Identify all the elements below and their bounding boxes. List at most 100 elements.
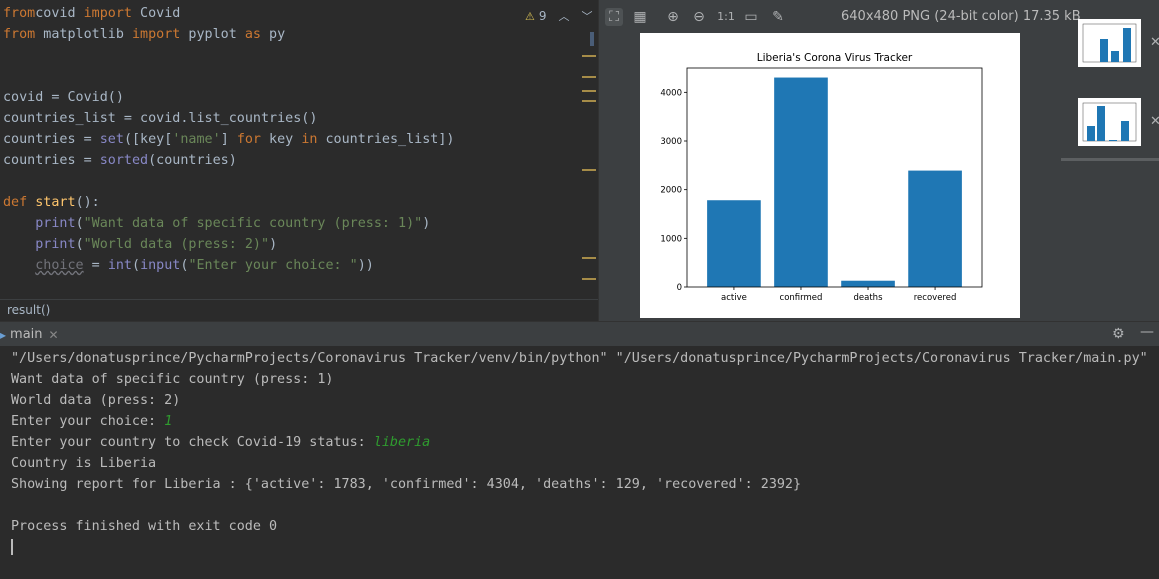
token: from [3, 6, 36, 21]
editor-scrollbar[interactable] [582, 30, 596, 290]
token: int [107, 258, 132, 273]
token: from [3, 27, 36, 42]
bar-chart: Liberia's Corona Virus Tracker active conf… [660, 52, 983, 303]
gear-icon[interactable]: ⚙ [1112, 326, 1125, 342]
token: ] [220, 132, 237, 147]
code-line: countries = sorted(countries) [3, 150, 237, 171]
error-stripe-mark[interactable] [582, 257, 596, 259]
run-tab-label: main [10, 327, 43, 342]
token: covid [35, 6, 84, 21]
token: Country is Liberia [11, 456, 157, 471]
token: Enter your country to check Covid-19 sta… [11, 435, 374, 450]
breadcrumb[interactable]: result() [0, 299, 598, 322]
token: ([key[ [123, 132, 173, 147]
background-icon[interactable]: ▭ [742, 8, 760, 26]
code-line: from matplotlib import pyplot as py [3, 24, 285, 45]
scroll-thumb[interactable] [590, 32, 594, 46]
image-canvas: Liberia's Corona Virus Tracker active conf… [640, 33, 1020, 318]
close-icon[interactable]: ✕ [49, 328, 59, 342]
token: pyplot [180, 27, 245, 42]
actual-size-icon[interactable]: 1:1 [715, 8, 737, 26]
token: (): [75, 195, 100, 210]
grid-icon[interactable]: ▦ [631, 8, 649, 26]
bar [774, 77, 828, 287]
token: def [3, 195, 36, 210]
previous-highlight-icon[interactable]: ︿ [559, 8, 570, 24]
token: countries = [3, 132, 100, 147]
y-tick-label: 4000 [660, 88, 682, 98]
token: choice [35, 258, 84, 273]
chart-title: Liberia's Corona Virus Tracker [757, 52, 913, 64]
error-stripe-mark[interactable] [582, 90, 596, 92]
token: liberia [373, 435, 431, 450]
zoom-in-icon[interactable]: ⊕ [664, 8, 682, 26]
token: key [261, 132, 302, 147]
token: import [83, 6, 132, 21]
token: "/Users/donatusprince/PycharmProjects/Co… [11, 351, 1148, 366]
run-tab-main[interactable]: ▸ main ✕ [0, 322, 59, 347]
token: set [99, 132, 124, 147]
color-picker-icon[interactable]: ✎ [769, 8, 787, 26]
thumbnail-image[interactable] [1078, 98, 1141, 146]
image-viewer: ⛶ ▦ ⊕ ⊖ 1:1 ▭ ✎ 640x480 PNG (24-bit colo… [598, 0, 1159, 321]
console-line: Showing report for Liberia : {'active': … [11, 474, 801, 495]
code-line: def start(): [3, 192, 100, 213]
y-tick-label: 1000 [660, 234, 682, 244]
token: countries = [3, 153, 100, 168]
error-stripe-mark[interactable] [582, 55, 596, 57]
run-console[interactable]: "/Users/donatusprince/PycharmProjects/Co… [0, 346, 1159, 579]
code-line: countries = set([key['name'] for key in … [3, 129, 455, 150]
token: (countries) [148, 153, 237, 168]
y-tick-label: 3000 [660, 137, 682, 147]
y-tick-label: 2000 [660, 186, 682, 196]
error-stripe-mark[interactable] [582, 100, 596, 102]
inspection-widget[interactable]: ⚠ 9 ︿ ﹀ [525, 8, 593, 24]
token: py [261, 27, 286, 42]
token: ) [422, 216, 431, 231]
thumbnail-scrollbar[interactable] [1061, 158, 1159, 161]
minimize-icon[interactable]: — [1140, 324, 1154, 340]
close-icon[interactable]: ✕ [1150, 114, 1159, 129]
fit-zoom-icon[interactable]: ⛶ [605, 8, 623, 26]
code-line: print("Want data of specific country (pr… [3, 213, 430, 234]
python-icon: ▸ [0, 327, 7, 342]
token: sorted [99, 153, 149, 168]
code-line: fromcovid import Covid [3, 3, 180, 24]
bar [908, 170, 962, 287]
image-info: 640x480 PNG (24-bit color) 17.35 kB [841, 9, 1081, 24]
console-line: Enter your country to check Covid-19 sta… [11, 432, 430, 453]
error-stripe-mark[interactable] [582, 76, 596, 78]
breadcrumb-item[interactable]: result() [7, 303, 50, 317]
console-line: Country is Liberia [11, 453, 156, 474]
zoom-out-icon[interactable]: ⊖ [690, 8, 708, 26]
token: 'name' [172, 132, 221, 147]
next-highlight-icon[interactable]: ﹀ [582, 8, 593, 24]
console-line: Process finished with exit code 0 [11, 516, 277, 537]
token: Want data of specific country (press: 1) [11, 372, 334, 387]
close-icon[interactable]: ✕ [1150, 35, 1159, 50]
code-editor[interactable]: fromcovid import Covid from matplotlib im… [0, 0, 598, 299]
token: "Enter your choice: " [188, 258, 358, 273]
token: ( [75, 216, 84, 231]
token: for [236, 132, 261, 147]
token: countries_list = covid.list_countries() [3, 111, 318, 126]
warning-icon: ⚠ [525, 9, 535, 23]
token: "World data (press: 2)" [83, 237, 270, 252]
token: in [301, 132, 318, 147]
run-tool-window-header: ▸ main ✕ ⚙ — [0, 321, 1159, 347]
token: print [35, 237, 76, 252]
token: Covid [132, 6, 181, 21]
console-line: Want data of specific country (press: 1) [11, 369, 333, 390]
error-stripe-mark[interactable] [582, 169, 596, 171]
x-tick-label: recovered [914, 293, 957, 303]
token: ) [269, 237, 278, 252]
token: World data (press: 2) [11, 393, 181, 408]
token: Process finished with exit code 0 [11, 519, 278, 534]
token: input [140, 258, 181, 273]
error-stripe-mark[interactable] [582, 278, 596, 280]
thumbnail-strip: ✕ ✕ [1059, 0, 1159, 321]
thumbnail-image[interactable] [1078, 19, 1141, 67]
token: ( [75, 237, 84, 252]
